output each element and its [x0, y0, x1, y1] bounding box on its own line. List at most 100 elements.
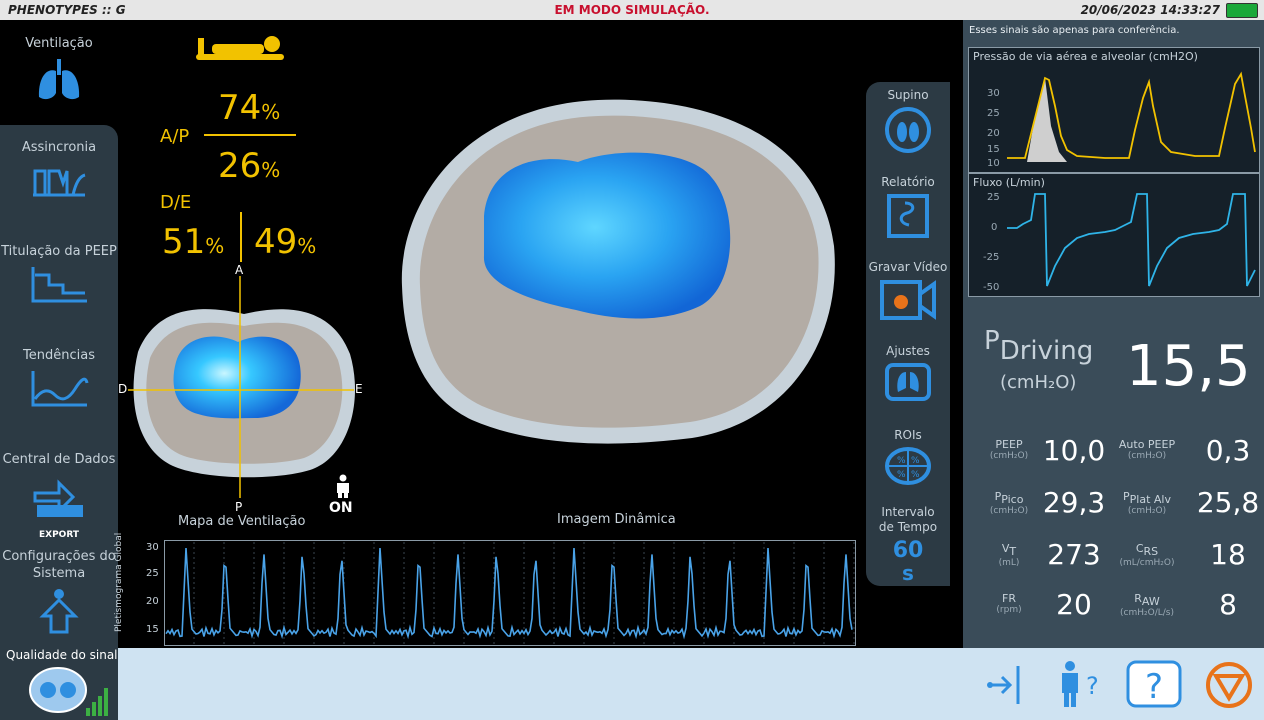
param-label: PPlat Alv (cmH₂O) — [1123, 490, 1171, 517]
pressure-tick: 20 — [987, 128, 1000, 139]
pleth-ytick: 15 — [146, 624, 159, 635]
settings-lungs-icon — [885, 363, 931, 401]
sidebar-item-titulacao-peep[interactable]: Titulação da PEEP — [0, 244, 118, 305]
gravar-video-button[interactable]: Gravar Vídeo — [866, 260, 950, 322]
record-video-icon — [880, 280, 936, 320]
peep-steps-icon — [31, 267, 87, 303]
ap-divider — [204, 134, 296, 136]
param-label: VT (mL) — [998, 542, 1020, 569]
dynamic-image-caption: Imagem Dinâmica — [557, 512, 676, 527]
svg-text:%: % — [897, 470, 906, 480]
simulation-banner: EM MODO SIMULAÇÃO. — [554, 3, 710, 17]
flow-tick: -25 — [983, 252, 1000, 263]
sidebar-item-configuracoes[interactable]: Configurações do Sistema — [0, 548, 118, 634]
stop-icon[interactable] — [1204, 660, 1254, 710]
signal-quality-panel: Qualidade do sinal — [0, 648, 118, 720]
pleth-ytick: 30 — [146, 542, 159, 553]
param-value: 273 — [1047, 538, 1101, 571]
svg-text:?: ? — [1086, 672, 1099, 700]
pdriving-unit: (cmH₂O) — [1000, 372, 1077, 393]
param-label: FR (rpm) — [996, 592, 1022, 615]
help-button[interactable]: ? — [1126, 660, 1182, 708]
posterior-value: 26% — [218, 146, 281, 186]
pressure-tick: 30 — [987, 88, 1000, 99]
tool-label: de Tempo — [878, 520, 938, 534]
pressure-title: Pressão de via aérea e alveolar (cmH2O) — [973, 50, 1198, 63]
param-value: 0,3 — [1205, 434, 1251, 467]
pressure-tick: 10 — [987, 158, 1000, 169]
feet-icon — [885, 107, 931, 153]
pleth-ytick: 20 — [146, 596, 159, 607]
param-value: 20 — [1056, 588, 1092, 621]
sidebar-item-label: Ventilação — [25, 36, 93, 51]
flow-tick: 25 — [987, 192, 1000, 203]
pressure-waveform — [1007, 71, 1256, 162]
anterior-value: 74% — [218, 88, 281, 128]
left-value: 49% — [254, 222, 317, 262]
lungs-icon — [38, 59, 80, 100]
signals-note: Esses sinais são apenas para conferência… — [969, 25, 1180, 36]
trend-chart-icon — [31, 371, 89, 407]
interval-unit: s — [902, 561, 914, 585]
sidebar: Ventilação Assincronia Titulação da PEEP… — [0, 20, 118, 648]
signal-quality-label: Qualidade do sinal — [6, 648, 118, 662]
axis-p-label: P — [235, 500, 243, 514]
sidebar-item-ventilacao[interactable]: Ventilação — [0, 36, 118, 103]
patient-status-icon — [337, 474, 349, 498]
asynchrony-wave-icon — [33, 169, 86, 197]
on-indicator[interactable]: ON — [329, 500, 353, 516]
de-label: D/E — [160, 192, 192, 213]
battery-icon — [1226, 3, 1258, 18]
patient-help-icon[interactable]: ? — [1056, 660, 1102, 710]
sidebar-item-tendencias[interactable]: Tendências — [0, 348, 118, 409]
tool-label: Supino — [887, 88, 929, 102]
right-value: 51% — [162, 222, 225, 262]
tool-label: Intervalo — [881, 505, 935, 519]
svg-text:%: % — [911, 456, 920, 466]
intervalo-tempo-button[interactable]: Intervalo de Tempo 60 s — [866, 505, 950, 583]
tool-label: ROIs — [894, 428, 922, 442]
sidebar-item-label: Tendências — [23, 348, 95, 363]
dynamic-image[interactable] — [392, 96, 838, 446]
svg-text:%: % — [911, 470, 920, 480]
ventilation-map-caption: Mapa de Ventilação — [178, 514, 306, 529]
param-value: 8 — [1219, 588, 1237, 621]
relatorio-button[interactable]: Relatório — [866, 175, 950, 239]
param-value: 25,8 — [1196, 486, 1260, 519]
status-bar: PHENOTYPES :: G EM MODO SIMULAÇÃO. 20/06… — [0, 0, 1264, 20]
sidebar-item-label: Assincronia — [21, 140, 97, 155]
param-label: Auto PEEP (cmH₂O) — [1118, 438, 1176, 461]
export-icon — [33, 479, 83, 517]
ajustes-button[interactable]: Ajustes — [866, 344, 950, 402]
roi-quadrants-icon: % % % % — [885, 447, 931, 485]
svg-text:%: % — [897, 456, 906, 466]
supino-button[interactable]: Supino — [866, 88, 950, 154]
exit-icon[interactable] — [984, 662, 1026, 708]
param-value: 18 — [1210, 538, 1246, 571]
axis-d-label: D — [118, 382, 128, 396]
tool-label: Relatório — [881, 175, 935, 189]
pdriving-label: PDriving — [984, 326, 1094, 366]
flow-waveform — [1007, 193, 1256, 287]
pressure-tick: 25 — [987, 108, 1000, 119]
export-label: EXPORT — [39, 530, 79, 540]
sidebar-item-label: Central de Dados — [2, 452, 116, 467]
svg-text:?: ? — [1145, 667, 1163, 707]
supine-patient-icon — [196, 36, 284, 60]
param-label: RAW (cmH₂O/L/s) — [1120, 592, 1174, 619]
param-label: CRS (mL/cmH₂O) — [1119, 542, 1175, 569]
param-label: PPico (cmH₂O) — [989, 490, 1029, 517]
axis-a-label: A — [235, 263, 244, 277]
sidebar-item-assincronia[interactable]: Assincronia — [0, 140, 118, 201]
param-value: 10,0 — [1042, 434, 1106, 467]
interval-value: 60 — [892, 538, 924, 563]
pressure-waveform-panel: Pressão de via aérea e alveolar (cmH2O) … — [968, 47, 1260, 173]
sidebar-item-central-dados[interactable]: Central de Dados EXPORT — [0, 452, 118, 540]
param-value: 29,3 — [1042, 486, 1106, 519]
tool-label: Ajustes — [886, 344, 930, 358]
rois-button[interactable]: ROIs % % % % — [866, 428, 950, 486]
pdriving-value: 15,5 — [1126, 334, 1251, 399]
de-divider — [240, 212, 242, 262]
pleth-ylabel: Pletismograma Global — [114, 532, 124, 632]
ap-label: A/P — [160, 126, 190, 147]
